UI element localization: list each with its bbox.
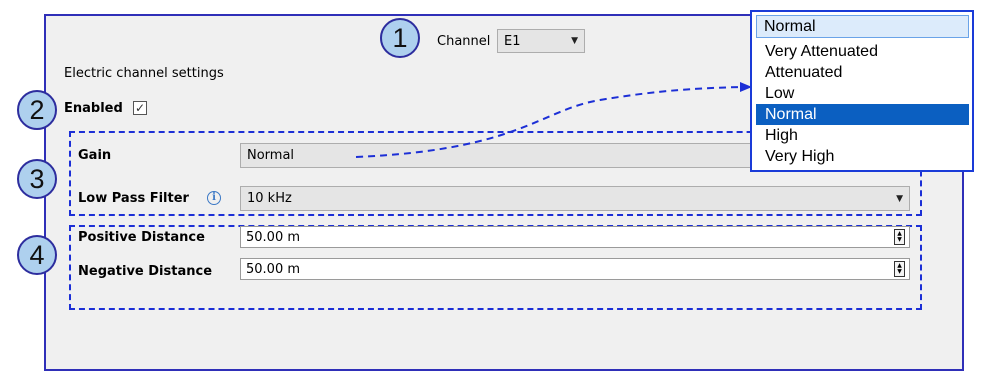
gain-option-highlighted[interactable]: Normal xyxy=(756,104,969,125)
gain-option[interactable]: High xyxy=(756,125,969,146)
callout-4: 4 xyxy=(17,235,57,275)
callout-2: 2 xyxy=(17,90,57,130)
gain-option[interactable]: Very Attenuated xyxy=(756,41,969,62)
callout-1: 1 xyxy=(380,18,420,58)
gain-dropdown-current[interactable]: Normal xyxy=(756,15,969,38)
callout-3: 3 xyxy=(17,159,57,199)
gain-dropdown-list: Normal Very Attenuated Attenuated Low No… xyxy=(750,10,974,172)
gain-option[interactable]: Low xyxy=(756,83,969,104)
gain-option[interactable]: Very High xyxy=(756,146,969,167)
gain-option[interactable]: Attenuated xyxy=(756,62,969,83)
